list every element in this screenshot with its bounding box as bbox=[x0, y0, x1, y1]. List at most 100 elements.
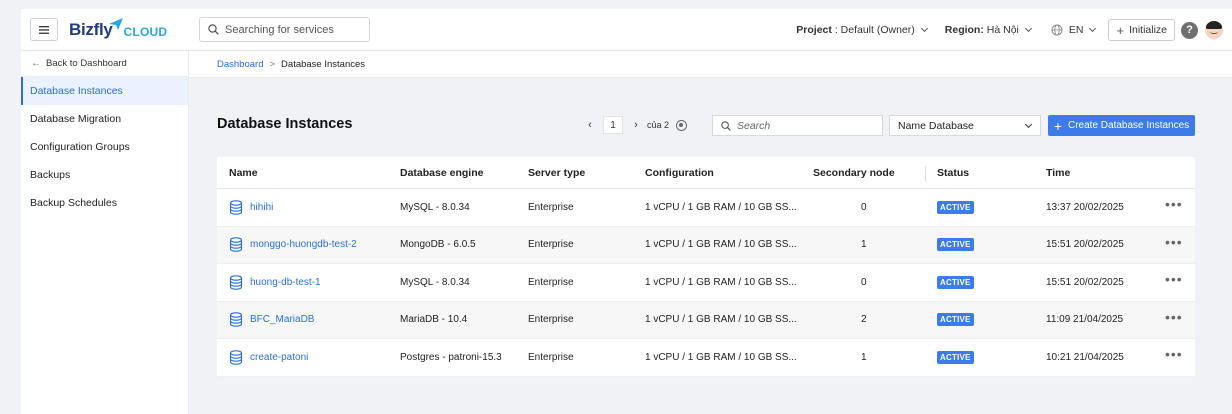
table-row: hihihi MySQL - 8.0.34 Enterprise 1 vCPU / 1… bbox=[217, 189, 1195, 227]
avatar[interactable] bbox=[1205, 21, 1223, 39]
project-selector[interactable]: Project : Default (Owner) bbox=[796, 24, 928, 36]
search-icon bbox=[721, 120, 731, 131]
instance-name-cell[interactable]: BFC_MariaDB bbox=[229, 302, 314, 339]
instance-name-cell[interactable]: monggo-huongdb-test-2 bbox=[229, 227, 357, 264]
status-cell: ACTIVE bbox=[937, 264, 974, 301]
language-value: EN bbox=[1068, 24, 1084, 36]
region-value: Hà Nội bbox=[986, 24, 1019, 36]
more-icon[interactable]: ••• bbox=[1165, 272, 1183, 286]
column-divider bbox=[925, 166, 926, 181]
database-icon bbox=[229, 312, 243, 328]
instance-name-link[interactable]: BFC_MariaDB bbox=[250, 314, 314, 325]
create-database-instances-button[interactable]: + Create Database Instances bbox=[1048, 115, 1195, 136]
back-label: Back to Dashboard bbox=[46, 58, 127, 69]
row-actions-cell[interactable]: ••• bbox=[1165, 227, 1183, 264]
row-actions-cell[interactable]: ••• bbox=[1165, 339, 1183, 376]
status-badge: ACTIVE bbox=[937, 275, 974, 289]
column-header-secondary-node[interactable]: Secondary node bbox=[813, 157, 895, 188]
sidebar-item-backups[interactable]: Backups bbox=[21, 161, 188, 189]
column-header-status[interactable]: Status bbox=[937, 157, 969, 188]
row-actions-cell[interactable]: ••• bbox=[1165, 302, 1183, 339]
column-header-server-type[interactable]: Server type bbox=[528, 157, 585, 188]
breadcrumb-current: Database Instances bbox=[281, 58, 366, 70]
secondary-node-cell: 1 bbox=[861, 239, 867, 251]
sidebar-item-label: Database Migration bbox=[30, 113, 122, 125]
hamburger-icon bbox=[39, 25, 49, 34]
hamburger-menu-button[interactable] bbox=[30, 18, 58, 41]
engine-cell: MySQL - 8.0.34 bbox=[400, 276, 470, 288]
engine-cell: MariaDB - 10.4 bbox=[400, 314, 468, 326]
chevron-down-icon bbox=[1089, 24, 1097, 33]
plus-icon: + bbox=[1116, 22, 1125, 38]
top-header: Bizfly CLOUD Project : Default (Owner) R… bbox=[21, 9, 1232, 51]
help-icon[interactable]: ? bbox=[1181, 21, 1198, 39]
bizfly-logo[interactable]: Bizfly CLOUD bbox=[69, 15, 167, 45]
service-search-input[interactable] bbox=[225, 23, 365, 36]
server-type-cell: Enterprise bbox=[528, 351, 574, 363]
breadcrumb: Dashboard > Database Instances bbox=[189, 51, 1232, 78]
instance-name-cell[interactable]: create-patoni bbox=[229, 339, 308, 376]
instance-name-link[interactable]: monggo-huongdb-test-2 bbox=[250, 239, 357, 250]
secondary-node-cell: 1 bbox=[861, 351, 867, 363]
prev-page-button[interactable]: ‹ bbox=[583, 119, 597, 131]
page-title: Database Instances bbox=[217, 116, 353, 132]
instance-name-link[interactable]: create-patoni bbox=[250, 352, 308, 363]
more-icon[interactable]: ••• bbox=[1165, 197, 1183, 211]
chevron-down-icon bbox=[1024, 24, 1032, 33]
breadcrumb-dashboard-link[interactable]: Dashboard bbox=[217, 59, 263, 70]
service-search[interactable] bbox=[199, 17, 370, 42]
status-cell: ACTIVE bbox=[937, 189, 974, 226]
configuration-cell: 1 vCPU / 1 GB RAM / 10 GB SS... bbox=[645, 314, 797, 326]
globe-icon bbox=[1051, 24, 1063, 36]
create-label: Create Database Instances bbox=[1068, 120, 1190, 131]
instance-search-input[interactable] bbox=[737, 119, 877, 132]
sidebar-item-database-migration[interactable]: Database Migration bbox=[21, 105, 188, 133]
more-icon[interactable]: ••• bbox=[1165, 310, 1183, 324]
initialize-button[interactable]: + Initialize bbox=[1108, 19, 1175, 41]
sidebar-item-database-instances[interactable]: Database Instances bbox=[21, 77, 188, 105]
pagination: ‹ 1 › của 2 bbox=[583, 116, 688, 134]
sidebar-item-backup-schedules[interactable]: Backup Schedules bbox=[21, 189, 188, 217]
language-selector[interactable]: EN bbox=[1051, 24, 1097, 36]
time-cell: 10:21 21/04/2025 bbox=[1046, 351, 1124, 363]
row-actions-cell[interactable]: ••• bbox=[1165, 264, 1183, 301]
gear-icon[interactable] bbox=[676, 119, 688, 131]
sidebar-item-label: Database Instances bbox=[30, 85, 123, 97]
more-icon[interactable]: ••• bbox=[1165, 235, 1183, 249]
sidebar-item-label: Backups bbox=[30, 169, 71, 181]
sidebar: ← Back to Dashboard Database Instances D… bbox=[21, 51, 189, 414]
more-icon[interactable]: ••• bbox=[1165, 347, 1183, 361]
column-header-configuration[interactable]: Configuration bbox=[645, 157, 714, 188]
column-header-name[interactable]: Name bbox=[229, 157, 258, 188]
instance-name-cell[interactable]: huong-db-test-1 bbox=[229, 264, 321, 301]
back-to-dashboard-link[interactable]: ← Back to Dashboard bbox=[21, 51, 188, 77]
instance-search[interactable] bbox=[712, 115, 883, 136]
instance-name-link[interactable]: huong-db-test-1 bbox=[250, 277, 321, 288]
status-badge: ACTIVE bbox=[937, 200, 974, 214]
project-value: : Default (Owner) bbox=[834, 24, 915, 36]
engine-cell: MySQL - 8.0.34 bbox=[400, 201, 470, 213]
server-type-cell: Enterprise bbox=[528, 276, 574, 288]
sidebar-item-configuration-groups[interactable]: Configuration Groups bbox=[21, 133, 188, 161]
filter-select-value: Name Database bbox=[898, 119, 974, 132]
time-cell: 11:09 21/04/2025 bbox=[1046, 314, 1124, 326]
paper-plane-icon bbox=[108, 18, 123, 30]
instance-name-link[interactable]: hihihi bbox=[250, 202, 273, 213]
row-actions-cell[interactable]: ••• bbox=[1165, 189, 1183, 226]
column-header-time[interactable]: Time bbox=[1046, 157, 1070, 188]
plus-icon: + bbox=[1053, 117, 1062, 134]
server-type-cell: Enterprise bbox=[528, 201, 574, 213]
database-icon bbox=[229, 274, 243, 290]
next-page-button[interactable]: › bbox=[629, 119, 643, 131]
arrow-left-icon: ← bbox=[31, 58, 41, 69]
breadcrumb-separator: > bbox=[269, 58, 276, 70]
instance-name-cell[interactable]: hihihi bbox=[229, 189, 273, 226]
header-right-group: Project : Default (Owner) Region: Hà Nội… bbox=[796, 9, 1232, 51]
configuration-cell: 1 vCPU / 1 GB RAM / 10 GB SS... bbox=[645, 201, 797, 213]
region-selector[interactable]: Region: Hà Nội bbox=[945, 24, 1032, 36]
filter-select[interactable]: Name Database bbox=[889, 115, 1041, 136]
column-header-engine[interactable]: Database engine bbox=[400, 157, 483, 188]
logo-main-text: Bizfly bbox=[69, 20, 113, 39]
status-badge: ACTIVE bbox=[937, 350, 974, 364]
current-page[interactable]: 1 bbox=[603, 116, 623, 134]
